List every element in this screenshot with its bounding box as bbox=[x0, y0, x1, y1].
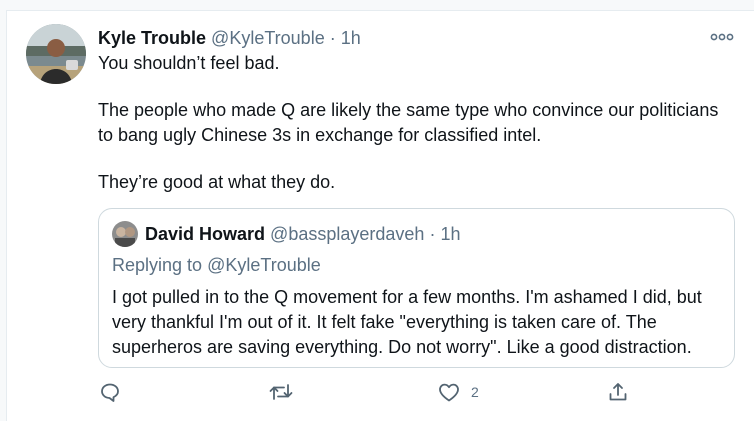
quoted-timestamp[interactable]: 1h bbox=[440, 224, 460, 244]
quoted-header: David Howard @bassplayerdaveh · 1h bbox=[145, 223, 460, 245]
reply-icon[interactable] bbox=[98, 380, 122, 404]
replying-mention[interactable]: @KyleTrouble bbox=[207, 255, 321, 275]
quoted-tweet[interactable]: David Howard @bassplayerdaveh · 1h Reply… bbox=[98, 208, 735, 368]
quoted-author-name[interactable]: David Howard bbox=[145, 224, 265, 244]
share-button[interactable] bbox=[606, 377, 630, 407]
author-handle[interactable]: @KyleTrouble bbox=[211, 28, 325, 48]
tweet-text: You shouldn’t feel bad. The people who m… bbox=[98, 51, 738, 195]
author-avatar[interactable] bbox=[26, 24, 86, 84]
tweet-paragraph: They’re good at what they do. bbox=[98, 172, 336, 192]
like-button[interactable]: 2 bbox=[437, 377, 479, 407]
tweet-paragraph: The people who made Q are likely the sam… bbox=[98, 100, 719, 145]
reply-button[interactable] bbox=[98, 377, 122, 407]
author-name[interactable]: Kyle Trouble bbox=[98, 28, 206, 48]
like-count: 2 bbox=[471, 384, 479, 400]
heart-icon[interactable] bbox=[437, 380, 461, 404]
tweet-actions: 2 bbox=[7, 377, 754, 407]
quoted-header-separator: · bbox=[429, 224, 436, 244]
more-horizontal-icon[interactable] bbox=[710, 29, 734, 45]
tweet-card[interactable]: Kyle Trouble @KyleTrouble · 1h You shoul… bbox=[6, 10, 754, 421]
header-separator: · bbox=[329, 28, 336, 48]
replying-to: Replying to @KyleTrouble bbox=[112, 254, 321, 276]
tweet-paragraph: You shouldn’t feel bad. bbox=[98, 53, 280, 73]
quoted-author-avatar[interactable] bbox=[112, 221, 138, 247]
tweet-header: Kyle Trouble @KyleTrouble · 1h bbox=[98, 27, 361, 49]
quoted-tweet-text: I got pulled in to the Q movement for a … bbox=[112, 287, 702, 357]
share-icon[interactable] bbox=[606, 380, 630, 404]
quoted-author-handle[interactable]: @bassplayerdaveh bbox=[270, 224, 424, 244]
retweet-button[interactable] bbox=[268, 377, 294, 407]
tweet-timestamp[interactable]: 1h bbox=[341, 28, 361, 48]
replying-prefix: Replying to bbox=[112, 255, 203, 275]
retweet-icon[interactable] bbox=[268, 380, 294, 404]
